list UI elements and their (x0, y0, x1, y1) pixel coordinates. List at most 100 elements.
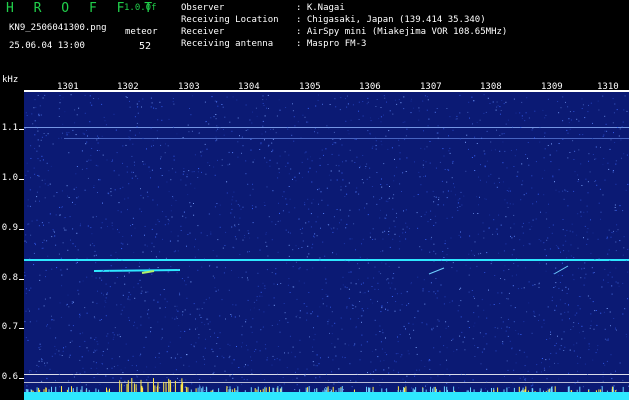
noise-pixel (544, 132, 546, 134)
noise-pixel (443, 345, 445, 347)
noise-pixel (177, 250, 179, 252)
noise-pixel (101, 319, 102, 320)
noise-pixel (355, 283, 357, 285)
noise-pixel (369, 134, 371, 135)
noise-pixel (160, 338, 162, 340)
noise-pixel (332, 231, 334, 233)
noise-pixel (252, 222, 254, 224)
noise-pixel (604, 268, 606, 270)
noise-pixel (494, 327, 496, 329)
noise-pixel (399, 309, 401, 311)
noise-pixel (591, 267, 593, 269)
noise-pixel (255, 107, 257, 109)
noise-pixel (619, 240, 621, 242)
noise-pixel (355, 326, 357, 328)
noise-pixel (41, 136, 43, 138)
noise-pixel (500, 224, 502, 226)
noise-pixel (39, 105, 41, 107)
noise-pixel (617, 229, 619, 231)
noise-pixel (116, 152, 118, 154)
noise-pixel (104, 120, 106, 122)
noise-pixel (479, 333, 481, 335)
noise-pixel (58, 108, 60, 110)
noise-pixel (438, 197, 440, 199)
noise-pixel (209, 165, 211, 166)
noise-pixel (552, 224, 554, 226)
noise-pixel (325, 294, 327, 295)
noise-pixel (352, 104, 354, 106)
noise-pixel (208, 123, 210, 125)
noise-pixel (229, 344, 231, 346)
noise-pixel (513, 369, 515, 371)
noise-pixel (524, 120, 526, 122)
noise-pixel (338, 368, 340, 370)
noise-pixel (333, 227, 335, 229)
noise-pixel (91, 104, 93, 106)
noise-pixel (511, 348, 513, 350)
noise-pixel (54, 231, 55, 233)
noise-pixel (191, 130, 193, 132)
noise-pixel (283, 303, 285, 304)
noise-pixel (110, 188, 112, 190)
noise-pixel (219, 332, 221, 334)
noise-pixel (444, 169, 446, 170)
noise-pixel (581, 98, 583, 100)
noise-pixel (122, 145, 124, 147)
noise-pixel (619, 362, 621, 364)
noise-pixel (430, 282, 432, 284)
noise-pixel (265, 386, 266, 388)
noise-pixel (612, 171, 614, 173)
noise-pixel (327, 204, 329, 206)
noise-pixel (422, 290, 424, 292)
noise-pixel (465, 264, 467, 266)
noise-pixel (235, 238, 237, 240)
noise-pixel (174, 305, 176, 307)
noise-pixel (474, 297, 475, 299)
noise-pixel (526, 311, 528, 313)
noise-pixel (330, 306, 331, 308)
noise-pixel (138, 100, 140, 102)
noise-pixel (360, 283, 362, 285)
noise-pixel (510, 235, 511, 237)
noise-pixel (528, 222, 530, 224)
noise-pixel (286, 203, 288, 205)
noise-pixel (109, 286, 111, 288)
noise-pixel (488, 227, 490, 229)
noise-pixel (577, 362, 579, 364)
noise-pixel (221, 355, 223, 357)
noise-pixel (161, 381, 163, 383)
noise-pixel (75, 186, 77, 188)
noise-pixel (331, 311, 333, 313)
noise-pixel (134, 297, 136, 299)
noise-pixel (325, 148, 327, 150)
noise-pixel (146, 379, 148, 381)
noise-pixel (381, 305, 383, 307)
noise-pixel (90, 337, 92, 339)
noise-pixel (171, 216, 173, 218)
noise-pixel (110, 254, 112, 256)
noise-pixel (67, 249, 69, 251)
noise-pixel (70, 239, 71, 241)
noise-pixel (76, 372, 78, 374)
noise-pixel (105, 297, 107, 299)
top-band-tick (481, 90, 483, 92)
noise-pixel (542, 109, 544, 111)
noise-pixel (611, 285, 613, 287)
burst-spike (454, 390, 456, 392)
noise-pixel (625, 189, 627, 191)
noise-pixel (531, 187, 533, 189)
noise-pixel (61, 137, 63, 139)
noise-pixel (120, 304, 122, 306)
noise-pixel (39, 160, 41, 162)
noise-pixel (230, 314, 232, 315)
noise-pixel (559, 299, 561, 301)
noise-pixel (597, 349, 598, 351)
noise-pixel (329, 332, 330, 334)
noise-pixel (498, 214, 500, 216)
noise-pixel (383, 369, 385, 371)
noise-pixel (127, 209, 128, 211)
noise-pixel (251, 331, 253, 333)
noise-pixel (565, 286, 567, 288)
y-tick-label: 0.6 (1, 372, 18, 382)
noise-pixel (474, 345, 476, 347)
